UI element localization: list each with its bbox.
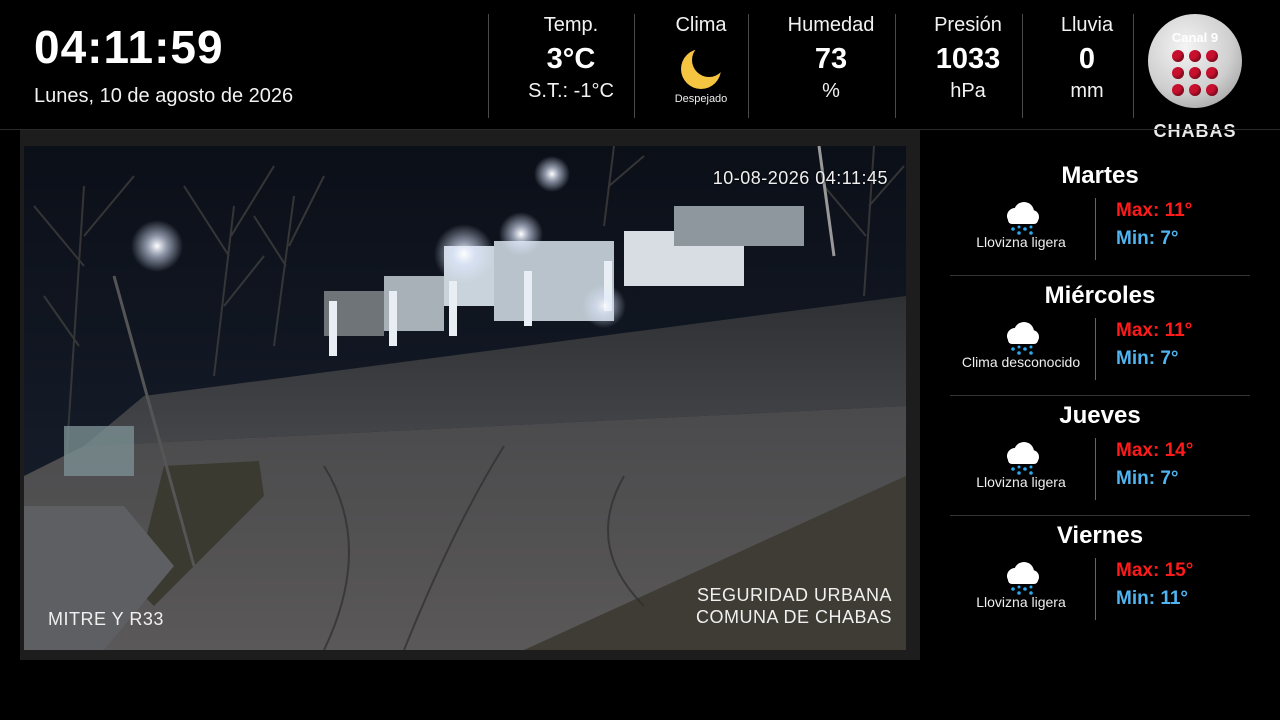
forecast-day-name: Jueves xyxy=(1059,402,1141,429)
pressure-label: Presión xyxy=(934,14,1002,36)
clock-date: Lunes, 10 de agosto de 2026 xyxy=(34,85,294,107)
divider xyxy=(634,14,635,118)
divider xyxy=(950,515,1250,516)
feels-like-value: S.T.: -1°C xyxy=(528,80,614,102)
forecast-day-name: Martes xyxy=(1061,162,1139,189)
divider xyxy=(1095,438,1096,500)
temp-panel: Temp. 3°C S.T.: -1°C xyxy=(500,12,642,118)
street-scene-image xyxy=(24,146,906,650)
clima-panel: Clima Despejado xyxy=(655,12,747,118)
rain-label: Lluvia xyxy=(1060,14,1114,36)
brand-name: CHABAS xyxy=(1153,121,1237,141)
humidity-panel: Humedad 73 % xyxy=(770,12,892,118)
divider xyxy=(1095,558,1096,620)
clock-time: 04:11:59 xyxy=(34,21,224,73)
rain-cloud-icon xyxy=(1007,322,1039,355)
forecast-description: Llovizna ligera xyxy=(976,234,1066,250)
divider xyxy=(1133,14,1134,118)
forecast-max-temp: Max: 15° xyxy=(1116,560,1194,581)
divider xyxy=(1095,198,1096,260)
divider xyxy=(488,14,489,118)
humidity-unit: % xyxy=(822,80,840,102)
divider xyxy=(1095,318,1096,380)
forecast-min-temp: Min: 11° xyxy=(1116,588,1189,609)
forecast-min-temp: Min: 7° xyxy=(1116,348,1179,369)
forecast-day: Viernes Llovizna ligera Max: 15° Min: 11… xyxy=(950,522,1250,642)
logo-channel-name: Canal 9 xyxy=(1171,30,1219,45)
pressure-unit: hPa xyxy=(950,80,986,102)
forecast-max-temp: Max: 14° xyxy=(1116,440,1194,461)
temp-value: 3°C xyxy=(546,43,596,75)
rain-cloud-icon xyxy=(1007,202,1039,235)
forecast-max-temp: Max: 11° xyxy=(1116,200,1193,221)
camera-timestamp: 10-08-2026 04:11:45 xyxy=(712,168,888,188)
rain-cloud-icon xyxy=(1007,562,1039,595)
rain-panel: Lluvia 0 mm xyxy=(1040,12,1134,118)
header-bar: 04:11:59 Lunes, 10 de agosto de 2026 Tem… xyxy=(0,0,1280,141)
clima-label: Clima xyxy=(675,14,727,36)
humidity-label: Humedad xyxy=(787,14,875,36)
forecast-day: Martes Llovizna ligera Max: 11° Min: 7° xyxy=(950,162,1250,282)
humidity-value: 73 xyxy=(814,43,848,75)
divider xyxy=(950,275,1250,276)
camera-org-line2: COMUNA DE CHABAS xyxy=(695,607,892,627)
forecast-day: Jueves Llovizna ligera Max: 14° Min: 7° xyxy=(950,402,1250,522)
camera-organization: SEGURIDAD URBANA COMUNA DE CHABAS xyxy=(696,584,892,628)
pressure-value: 1033 xyxy=(935,43,1001,75)
clima-description: Despejado xyxy=(674,93,728,105)
forecast-min-temp: Min: 7° xyxy=(1116,468,1179,489)
camera-feed: 10-08-2026 04:11:45 MITRE Y R33 SEGURIDA… xyxy=(24,146,906,650)
temp-label: Temp. xyxy=(543,14,599,36)
forecast-max-temp: Max: 11° xyxy=(1116,320,1193,341)
rain-cloud-icon xyxy=(1007,442,1039,475)
forecast-description: Llovizna ligera xyxy=(976,474,1066,490)
pressure-panel: Presión 1033 hPa xyxy=(912,12,1024,118)
channel-logo: Canal 9 xyxy=(1148,14,1242,108)
forecast-day: Miércoles Clima desconocido Max: 11° Min… xyxy=(950,282,1250,402)
divider xyxy=(1022,14,1023,118)
forecast-description: Llovizna ligera xyxy=(976,594,1066,610)
forecast-day-name: Miércoles xyxy=(1044,282,1156,309)
rain-value: 0 xyxy=(1078,43,1096,75)
camera-location: MITRE Y R33 xyxy=(48,609,164,629)
moon-icon xyxy=(681,49,721,89)
divider xyxy=(895,14,896,118)
divider xyxy=(748,14,749,118)
camera-org-line1: SEGURIDAD URBANA xyxy=(696,585,892,605)
logo-dots-icon xyxy=(1172,50,1218,96)
forecast-day-name: Viernes xyxy=(1056,522,1144,549)
forecast-min-temp: Min: 7° xyxy=(1116,228,1179,249)
forecast-description: Clima desconocido xyxy=(961,354,1081,370)
divider xyxy=(950,395,1250,396)
rain-unit: mm xyxy=(1070,80,1104,102)
